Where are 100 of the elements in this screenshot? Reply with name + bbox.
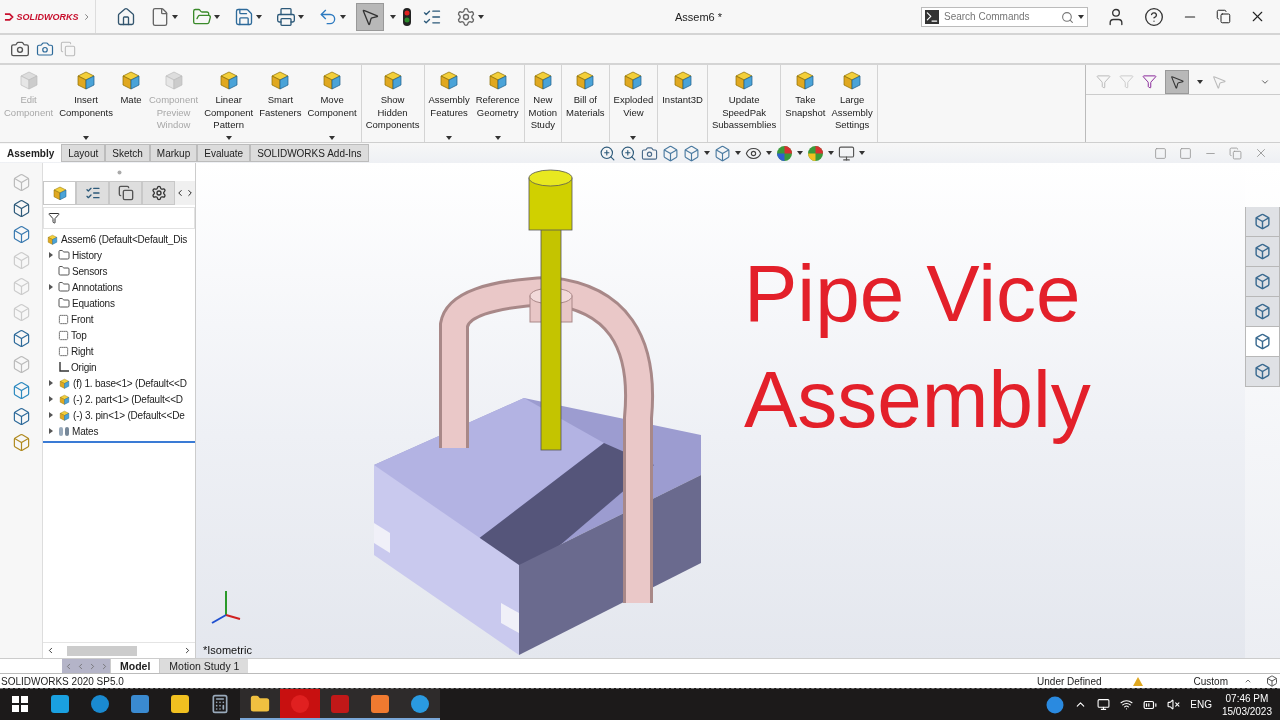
save-icon[interactable] bbox=[234, 6, 254, 27]
zoom-fit-icon[interactable] bbox=[598, 144, 616, 162]
caret-icon[interactable] bbox=[703, 151, 710, 155]
settings-icon[interactable] bbox=[456, 6, 476, 27]
caret-icon[interactable] bbox=[256, 14, 262, 19]
ribbon-button[interactable]: Bill of Materials bbox=[563, 65, 608, 142]
ribbon-button[interactable]: Take Snapshot bbox=[782, 65, 829, 142]
tool-icon[interactable] bbox=[11, 329, 31, 348]
open-folder-icon[interactable] bbox=[192, 6, 212, 27]
tree-item[interactable]: (-) 3. pin<1> (Default<<De bbox=[73, 409, 185, 421]
task-pane-tab[interactable] bbox=[1245, 357, 1280, 387]
ribbon-button[interactable]: Smart Fasteners bbox=[256, 65, 305, 142]
task-pane-tab[interactable] bbox=[1245, 267, 1280, 297]
scene-sphere-icon[interactable] bbox=[806, 144, 824, 162]
caret-icon[interactable] bbox=[446, 136, 453, 140]
expand-arrow-icon[interactable] bbox=[49, 412, 53, 418]
restore-icon[interactable] bbox=[1216, 9, 1231, 24]
tool-icon[interactable] bbox=[11, 225, 31, 244]
caret-icon[interactable] bbox=[765, 151, 772, 155]
tree-item[interactable]: (-) 2. part<1> (Default<<D bbox=[73, 393, 183, 405]
caret-icon[interactable] bbox=[1078, 14, 1084, 19]
wifi-icon[interactable] bbox=[1120, 698, 1134, 711]
ribbon-button[interactable]: Reference Geometry bbox=[472, 65, 523, 142]
ribbon-tab[interactable]: Layout bbox=[61, 144, 106, 162]
ribbon-tab[interactable]: Sketch bbox=[105, 144, 150, 162]
tool-icon[interactable] bbox=[11, 433, 31, 452]
caret-icon[interactable] bbox=[796, 151, 803, 155]
caret-icon[interactable] bbox=[858, 151, 865, 155]
tree-item[interactable]: Equations bbox=[72, 297, 115, 309]
tile-left-icon[interactable] bbox=[1154, 146, 1167, 160]
scrollbar-thumb[interactable] bbox=[67, 645, 137, 656]
tree-item[interactable]: Mates bbox=[72, 425, 99, 437]
caret-icon[interactable] bbox=[214, 14, 220, 19]
ribbon-tab[interactable]: Evaluate bbox=[197, 144, 251, 162]
task-pane-tab[interactable] bbox=[1245, 207, 1280, 237]
tree-item[interactable]: Front bbox=[71, 313, 94, 325]
ribbon-button[interactable]: Instant3D bbox=[659, 65, 706, 142]
taskbar-app[interactable] bbox=[320, 689, 360, 720]
caret-icon[interactable] bbox=[494, 136, 501, 140]
taskbar-app[interactable] bbox=[240, 689, 280, 720]
caret-icon[interactable] bbox=[298, 14, 304, 19]
panel-tab[interactable] bbox=[109, 181, 142, 205]
help-tray-icon[interactable] bbox=[1046, 695, 1065, 714]
ribbon-tab[interactable]: SOLIDWORKS Add-Ins bbox=[250, 144, 369, 162]
caret-icon[interactable] bbox=[478, 14, 484, 19]
clock[interactable]: 07:46 PM 15/03/2023 bbox=[1221, 692, 1272, 717]
ribbon-button[interactable]: Mate bbox=[116, 65, 146, 142]
model-tab[interactable]: Motion Study 1 bbox=[159, 659, 249, 673]
expand-arrow-icon[interactable] bbox=[49, 380, 53, 386]
ribbon-button[interactable]: Update SpeedPak Subassemblies bbox=[708, 65, 780, 142]
panel-tab[interactable] bbox=[142, 181, 175, 205]
tree-item[interactable]: Annotations bbox=[72, 281, 123, 293]
caret-icon[interactable] bbox=[734, 151, 741, 155]
taskbar-app[interactable] bbox=[400, 689, 440, 720]
appearance-sphere-icon[interactable] bbox=[775, 144, 793, 162]
monitor-icon[interactable] bbox=[837, 144, 855, 162]
print-icon[interactable] bbox=[276, 6, 296, 27]
task-pane-tab[interactable] bbox=[1245, 237, 1280, 267]
ribbon-tab[interactable]: Assembly bbox=[0, 144, 62, 162]
scroll-left-icon[interactable] bbox=[175, 188, 185, 198]
new-document-icon[interactable] bbox=[150, 6, 170, 27]
scroll-right-icon[interactable] bbox=[185, 188, 195, 198]
tree-item[interactable]: Top bbox=[71, 329, 87, 341]
caret-icon[interactable] bbox=[329, 136, 336, 140]
units-menu[interactable]: Custom bbox=[1193, 675, 1228, 687]
caret-icon[interactable] bbox=[172, 14, 178, 19]
caret-icon[interactable] bbox=[630, 136, 637, 140]
tree-item[interactable]: (f) 1. base<1> (Default<<D bbox=[73, 377, 187, 389]
windows-start-icon[interactable] bbox=[12, 695, 28, 712]
expand-arrow-icon[interactable] bbox=[49, 428, 53, 434]
scroll-right-icon[interactable] bbox=[183, 646, 192, 655]
tool-icon[interactable] bbox=[11, 199, 31, 218]
tool-icon[interactable] bbox=[11, 407, 31, 426]
filter-icon[interactable] bbox=[48, 212, 60, 224]
ribbon-button[interactable]: Show Hidden Components bbox=[362, 65, 423, 142]
ribbon-button[interactable]: Assembly Features bbox=[425, 65, 473, 142]
ribbon-button[interactable]: Linear Component Pattern bbox=[201, 65, 257, 142]
tree-item[interactable]: Sensors bbox=[72, 265, 108, 277]
panel-tab[interactable] bbox=[76, 181, 109, 205]
ribbon-button[interactable]: Move Component bbox=[304, 65, 360, 142]
home-icon[interactable] bbox=[116, 6, 136, 27]
scroll-left-icon[interactable] bbox=[46, 646, 55, 655]
task-pane-tab[interactable] bbox=[1245, 297, 1280, 327]
caret-icon[interactable] bbox=[390, 14, 396, 19]
expand-arrow-icon[interactable] bbox=[49, 396, 53, 402]
search-field[interactable]: Search Commands bbox=[921, 6, 1088, 27]
tool-icon[interactable] bbox=[11, 381, 31, 400]
camera-icon[interactable] bbox=[10, 39, 30, 59]
tree-item[interactable]: Right bbox=[71, 345, 94, 357]
tree-item[interactable]: Origin bbox=[71, 361, 97, 373]
caret-icon[interactable] bbox=[83, 136, 90, 140]
caret-icon[interactable] bbox=[340, 14, 346, 19]
expand-arrow-icon[interactable] bbox=[49, 252, 53, 258]
help-icon[interactable] bbox=[1144, 6, 1164, 27]
zoom-area-icon[interactable] bbox=[619, 144, 637, 162]
traffic-light-icon[interactable] bbox=[402, 6, 412, 27]
tree-root[interactable]: Assem6 (Default<Default_Dis bbox=[43, 231, 195, 247]
caret-icon[interactable] bbox=[1197, 79, 1203, 84]
pointer-icon[interactable] bbox=[1169, 73, 1185, 90]
grip-icon[interactable] bbox=[116, 169, 122, 175]
